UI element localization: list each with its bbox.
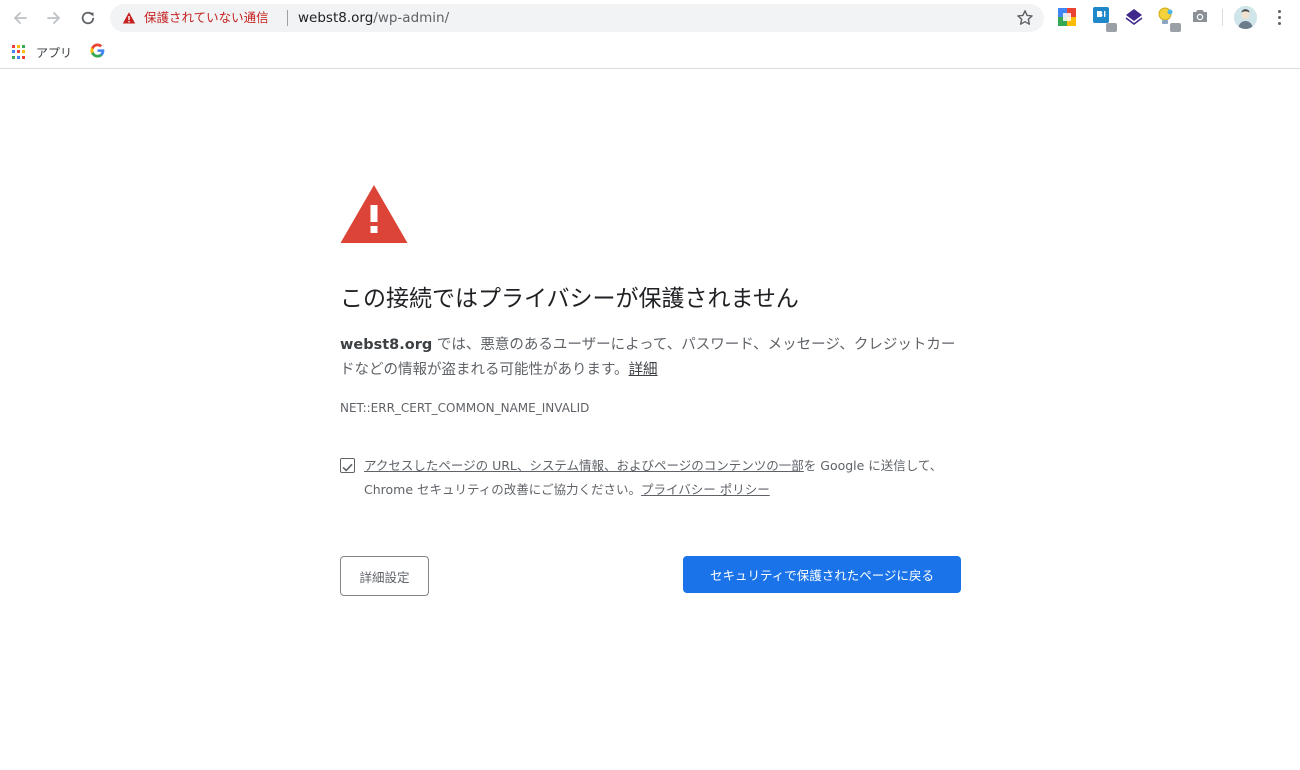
lightbulb-extension-icon[interactable] bbox=[1157, 7, 1181, 32]
advanced-button[interactable]: 詳細設定 bbox=[340, 556, 429, 596]
optin-data-link[interactable]: アクセスしたページの URL、システム情報、およびページのコンテンツの一部 bbox=[364, 458, 804, 473]
camera-icon bbox=[1193, 10, 1207, 22]
extended-reporting-checkbox[interactable] bbox=[340, 458, 355, 473]
back-to-safety-button[interactable]: セキュリティで保護されたページに戻る bbox=[683, 556, 961, 593]
screenshot-extension-icon[interactable] bbox=[1191, 7, 1211, 27]
error-code: NET::ERR_CERT_COMMON_NAME_INVALID bbox=[340, 401, 590, 415]
back-button[interactable] bbox=[8, 6, 32, 30]
page-heading: この接続ではプライバシーが保護されません bbox=[340, 286, 799, 312]
omnibox-divider bbox=[287, 10, 288, 26]
avatar-icon bbox=[1234, 6, 1257, 29]
explanation-host: webst8.org bbox=[340, 337, 433, 353]
extension-badge bbox=[1170, 23, 1181, 32]
toolbar-separator bbox=[1222, 9, 1223, 26]
layers-icon bbox=[1125, 9, 1143, 25]
back-arrow-icon bbox=[14, 12, 27, 24]
omnibox[interactable]: 保護されていない通信 webst8.org/wp-admin/ bbox=[110, 4, 1044, 32]
extension-badge bbox=[1106, 23, 1117, 32]
bookmark-apps-label: アプリ bbox=[36, 45, 73, 60]
bookmark-apps[interactable]: アプリ bbox=[12, 42, 72, 62]
google-translate-extension-icon[interactable] bbox=[1057, 7, 1077, 27]
url-path: /wp-admin/ bbox=[373, 10, 450, 26]
explanation-paragraph: webst8.org では、悪意のあるユーザーによって、パスワード、メッセージ、… bbox=[340, 333, 962, 383]
forward-button[interactable] bbox=[42, 6, 66, 30]
bl-icon bbox=[1093, 7, 1109, 23]
url-host: webst8.org bbox=[298, 10, 374, 26]
warning-triangle-icon bbox=[340, 185, 408, 243]
browser-toolbar: 保護されていない通信 webst8.org/wp-admin/ bbox=[0, 0, 1300, 36]
optin-text: アクセスしたページの URL、システム情報、およびページのコンテンツの一部を G… bbox=[364, 454, 964, 502]
forward-arrow-icon bbox=[47, 12, 60, 24]
reload-icon bbox=[81, 11, 95, 25]
translate-icon bbox=[1058, 8, 1076, 26]
privacy-policy-link[interactable]: プライバシー ポリシー bbox=[641, 482, 770, 497]
checkmark-icon bbox=[342, 463, 353, 472]
bl-extension-icon[interactable] bbox=[1093, 7, 1117, 32]
kebab-menu-icon[interactable] bbox=[1270, 7, 1288, 27]
profile-avatar[interactable] bbox=[1234, 6, 1257, 29]
details-link[interactable]: 詳細 bbox=[629, 362, 658, 378]
star-icon[interactable] bbox=[1016, 9, 1034, 27]
security-warning-icon[interactable] bbox=[122, 11, 136, 25]
apps-grid-icon bbox=[12, 45, 26, 59]
google-g-icon[interactable] bbox=[90, 43, 105, 58]
reload-button[interactable] bbox=[76, 6, 100, 30]
bookmarks-bar: アプリ bbox=[0, 36, 1300, 69]
security-chip-label[interactable]: 保護されていない通信 bbox=[144, 10, 269, 26]
url-text[interactable]: webst8.org/wp-admin/ bbox=[298, 9, 449, 27]
stack-extension-icon[interactable] bbox=[1124, 7, 1144, 27]
